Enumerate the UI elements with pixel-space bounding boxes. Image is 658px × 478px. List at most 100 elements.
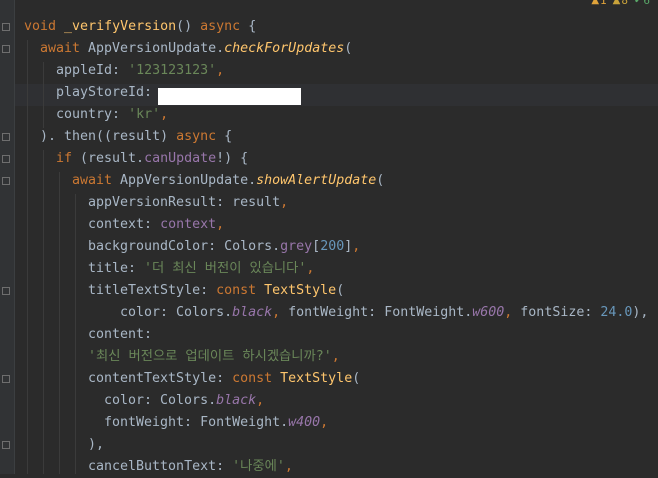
code-text: { (216, 129, 233, 144)
code-line-6[interactable]: ). then((result) async { (40, 126, 232, 148)
code-text: , (352, 239, 361, 254)
code-editor[interactable]: ▲ 1 ▲ 8 ✔ 6 void _verifyVersion() async … (0, 0, 658, 474)
param-name: fontSize: (520, 305, 601, 320)
string-literal: '더 최신 버전이 있습니다' (144, 261, 307, 276)
param-name: fontWeight: FontWeight. (104, 415, 289, 430)
method-name: showAlertUpdate (256, 173, 377, 188)
editor-gutter (0, 0, 15, 474)
param-name: cancelButtonText: (88, 459, 233, 474)
code-line-11[interactable]: backgroundColor: Colors.grey[200], (88, 236, 360, 258)
code-line-20[interactable]: ), (88, 434, 104, 456)
fold-marker-icon[interactable] (2, 177, 10, 185)
code-line-5[interactable]: country: 'kr', (56, 104, 168, 126)
param-name: contentTextStyle: (88, 371, 233, 386)
keyword-await: await (40, 41, 81, 56)
string-literal: 'kr' (128, 107, 161, 122)
code-line-1[interactable]: void _verifyVersion() async { (24, 16, 256, 38)
code-text: , (160, 107, 169, 122)
code-text: AppVersionUpdate. (80, 41, 225, 56)
code-line-2[interactable]: await AppVersionUpdate.checkForUpdates( (40, 38, 352, 60)
code-text: () (176, 19, 201, 34)
code-line-21[interactable]: cancelButtonText: '나중에', (88, 456, 293, 478)
param-name: appVersionResult: result (88, 195, 281, 210)
fold-marker-icon[interactable] (2, 23, 10, 31)
code-line-7[interactable]: if (result.canUpdate!) { (56, 148, 248, 170)
code-text: ), (88, 437, 105, 452)
class-name: TextStyle (272, 371, 353, 386)
code-line-14[interactable]: color: Colors.black, fontWeight: FontWei… (120, 302, 648, 324)
property-name: canUpdate (144, 151, 217, 166)
inspection-widget[interactable]: ▲ 1 ▲ 8 ✔ 6 (591, 0, 650, 7)
code-text: , (256, 393, 265, 408)
code-line-17[interactable]: contentTextStyle: const TextStyle( (88, 368, 360, 390)
error-count[interactable]: ▲ 1 (591, 0, 607, 7)
indent-guide (59, 172, 60, 474)
code-text: !) { (216, 151, 249, 166)
keyword-if: if (56, 151, 73, 166)
code-line-19[interactable]: fontWeight: FontWeight.w400, (104, 412, 328, 434)
code-line-12[interactable]: title: '더 최신 버전이 있습니다', (88, 258, 314, 280)
field-value: w400 (288, 415, 321, 430)
code-text: , (272, 305, 289, 320)
param-name: fontWeight: FontWeight. (288, 305, 473, 320)
field-value: black (232, 305, 273, 320)
fold-marker-icon[interactable] (2, 287, 10, 295)
param-name: titleTextStyle: (88, 283, 217, 298)
error-count-value: 1 (600, 0, 607, 7)
code-line-16[interactable]: '최신 버전으로 업데이트 하시겠습니까?', (88, 346, 340, 368)
param-name: backgroundColor: Colors. (88, 239, 281, 254)
code-text: , (306, 261, 315, 276)
code-text: ( (344, 41, 353, 56)
code-text: [ (312, 239, 321, 254)
code-text: ( (336, 283, 345, 298)
function-name: _verifyVersion (64, 19, 177, 34)
weak-warning-count-value: 6 (643, 0, 650, 7)
fold-marker-icon[interactable] (2, 441, 10, 449)
indent-guide (43, 62, 44, 128)
indent-guide (43, 150, 44, 474)
keyword-const: const (216, 283, 257, 298)
weak-warning-count[interactable]: ✔ 6 (633, 0, 650, 7)
fold-marker-icon[interactable] (2, 375, 10, 383)
param-name: content: (88, 327, 161, 342)
code-line-13[interactable]: titleTextStyle: const TextStyle( (88, 280, 344, 302)
param-name: color: Colors. (120, 305, 233, 320)
code-line-8[interactable]: await AppVersionUpdate.showAlertUpdate( (72, 170, 384, 192)
param-name: appleId: (56, 63, 129, 78)
string-literal: '최신 버전으로 업데이트 하시겠습니까?' (88, 349, 332, 364)
method-name: checkForUpdates (224, 41, 345, 56)
keyword-const: const (232, 371, 273, 386)
warning-icon: ▲ (612, 0, 621, 6)
param-name: color: Colors. (104, 393, 217, 408)
code-line-4[interactable]: playStoreId: (56, 82, 160, 104)
code-text: (result. (72, 151, 145, 166)
code-text: , (320, 415, 329, 430)
indent-guide (75, 194, 76, 474)
fold-marker-icon[interactable] (2, 45, 10, 53)
fold-marker-icon[interactable] (2, 155, 10, 163)
code-text: , (504, 305, 521, 320)
code-text: , (216, 63, 225, 78)
number-literal: 200 (320, 239, 345, 254)
keyword-async: async (176, 129, 217, 144)
code-text: , (216, 217, 225, 232)
code-line-10[interactable]: context: context, (88, 214, 224, 236)
code-line-15[interactable]: content: (88, 324, 160, 346)
code-text: , (331, 349, 340, 364)
indent-guide (27, 40, 28, 474)
code-text: { (240, 19, 257, 34)
code-text: , (284, 459, 293, 474)
warning-count[interactable]: ▲ 8 (612, 0, 628, 7)
code-text: ( (376, 173, 385, 188)
keyword-void: void (24, 19, 57, 34)
warning-count-value: 8 (621, 0, 628, 7)
keyword-async: async (200, 19, 241, 34)
redacted-box (158, 88, 301, 105)
fold-marker-icon[interactable] (2, 133, 10, 141)
code-line-18[interactable]: color: Colors.black, (104, 390, 264, 412)
class-name: TextStyle (256, 283, 337, 298)
code-line-3[interactable]: appleId: '123123123', (56, 60, 224, 82)
code-line-9[interactable]: appVersionResult: result, (88, 192, 288, 214)
check-icon: ✔ (633, 0, 643, 6)
string-literal: '123123123' (128, 63, 217, 78)
